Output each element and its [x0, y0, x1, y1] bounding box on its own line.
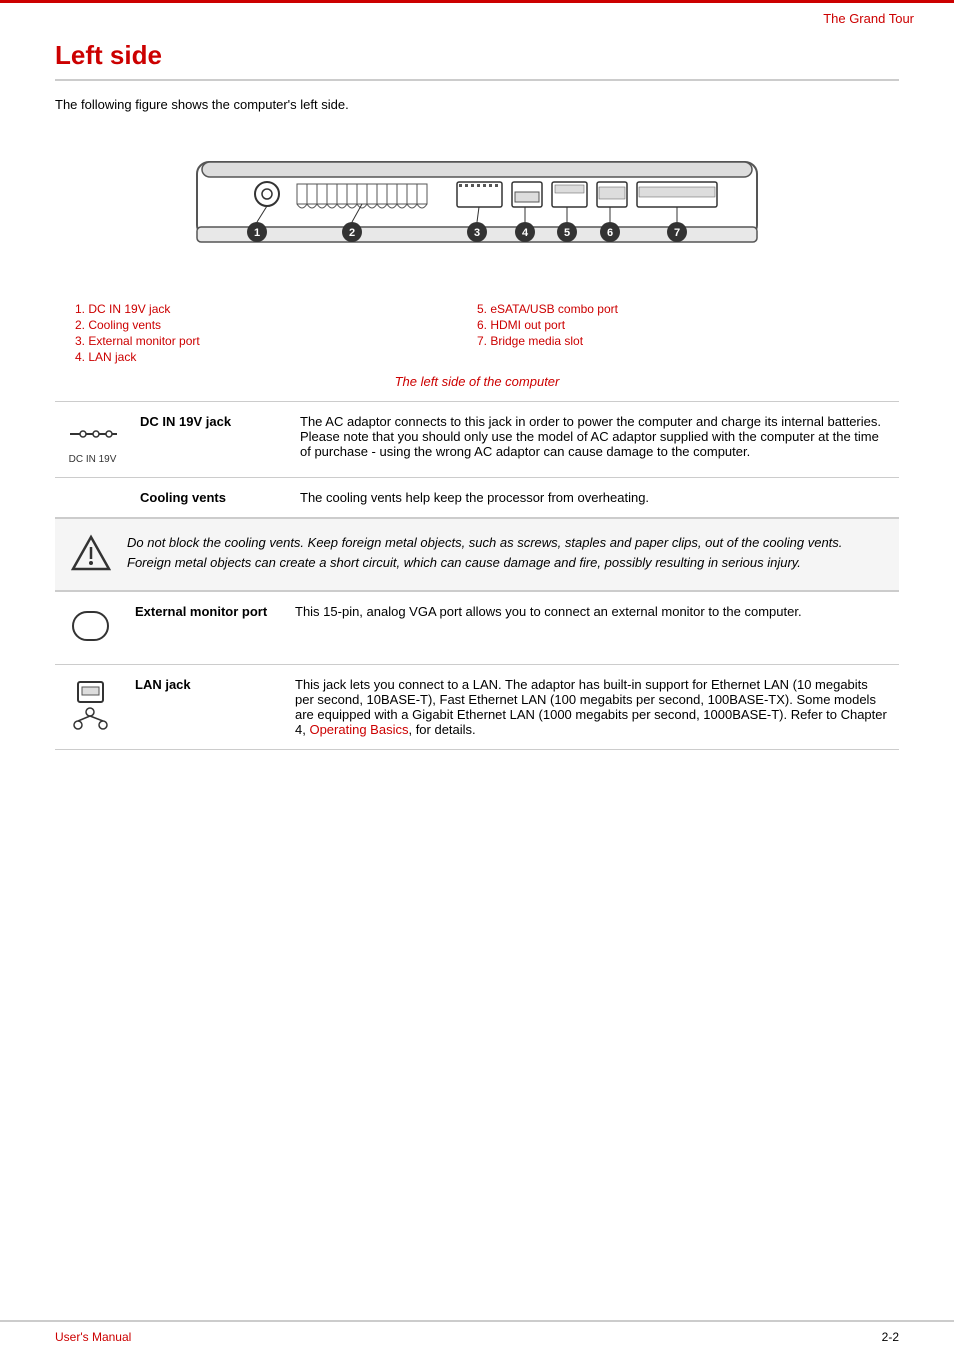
dc-in-label: DC IN 19V — [69, 454, 117, 465]
header-title: The Grand Tour — [823, 11, 914, 26]
ext-monitor-desc: This 15-pin, analog VGA port allows you … — [285, 592, 899, 665]
ext-monitor-icon-cell — [55, 592, 125, 665]
table-row-dc-in: DC IN 19V DC IN 19V jack The AC adaptor … — [55, 402, 899, 478]
warning-text: Do not block the cooling vents. Keep for… — [127, 533, 883, 572]
table-row-cooling: Cooling vents The cooling vents help kee… — [55, 478, 899, 518]
dc-in-term: DC IN 19V jack — [130, 402, 290, 478]
labels-col-2: 5. eSATA/USB combo port 6. HDMI out port… — [477, 302, 879, 366]
svg-text:4: 4 — [522, 227, 529, 239]
labels-col-1: 1. DC IN 19V jack 2. Cooling vents 3. Ex… — [75, 302, 477, 366]
svg-text:1: 1 — [254, 227, 260, 239]
label-3: 3. External monitor port — [75, 334, 477, 348]
footer-right: 2-2 — [882, 1330, 899, 1344]
label-5: 5. eSATA/USB combo port — [477, 302, 879, 316]
cooling-icon-cell — [55, 478, 130, 518]
svg-text:6: 6 — [607, 227, 613, 239]
dc-connector-svg — [65, 414, 120, 454]
vga-port-svg — [68, 604, 113, 649]
intro-text: The following figure shows the computer'… — [55, 97, 899, 112]
ext-monitor-term: External monitor port — [125, 592, 285, 665]
dc-in-icon-cell: DC IN 19V — [55, 402, 130, 478]
laptop-diagram: 1 — [167, 132, 787, 292]
lan-heading: LAN jack — [135, 677, 191, 692]
operating-basics-link[interactable]: Operating Basics — [309, 722, 408, 737]
diagram-labels: 1. DC IN 19V jack 2. Cooling vents 3. Ex… — [55, 302, 899, 366]
label-1: 1. DC IN 19V jack — [75, 302, 477, 316]
label-7: 7. Bridge media slot — [477, 334, 879, 348]
main-content: Left side The following figure shows the… — [0, 30, 954, 790]
warning-triangle-svg — [71, 533, 111, 573]
warning-box: Do not block the cooling vents. Keep for… — [55, 518, 899, 591]
cooling-heading: Cooling vents — [140, 490, 226, 505]
dc-in-desc: The AC adaptor connects to this jack in … — [290, 402, 899, 478]
lan-icon-cell — [55, 665, 125, 750]
page-title: Left side — [55, 40, 899, 81]
svg-text:3: 3 — [474, 227, 480, 239]
diagram-caption: The left side of the computer — [55, 374, 899, 389]
diagram-container: 1 — [55, 132, 899, 292]
table-row-lan: LAN jack This jack lets you connect to a… — [55, 665, 899, 750]
svg-text:7: 7 — [674, 227, 680, 239]
svg-text:2: 2 — [349, 227, 355, 239]
lan-desc: This jack lets you connect to a LAN. The… — [285, 665, 899, 750]
label-6: 6. HDMI out port — [477, 318, 879, 332]
cooling-term: Cooling vents — [130, 478, 290, 518]
info-table-bottom: External monitor port This 15-pin, analo… — [55, 591, 899, 750]
dc-in-heading: DC IN 19V jack — [140, 414, 231, 429]
lan-term: LAN jack — [125, 665, 285, 750]
cooling-desc: The cooling vents help keep the processo… — [290, 478, 899, 518]
header: The Grand Tour — [0, 0, 954, 30]
footer-left: User's Manual — [55, 1330, 131, 1344]
footer: User's Manual 2-2 — [0, 1320, 954, 1352]
svg-text:5: 5 — [564, 227, 570, 239]
lan-jack-svg — [68, 677, 113, 732]
table-row-ext-monitor: External monitor port This 15-pin, analo… — [55, 592, 899, 665]
dc-in-icon: DC IN 19V — [65, 414, 120, 465]
label-2: 2. Cooling vents — [75, 318, 477, 332]
info-table-top: DC IN 19V DC IN 19V jack The AC adaptor … — [55, 401, 899, 518]
warning-icon — [71, 533, 111, 576]
label-4: 4. LAN jack — [75, 350, 477, 364]
ext-monitor-heading: External monitor port — [135, 604, 267, 619]
